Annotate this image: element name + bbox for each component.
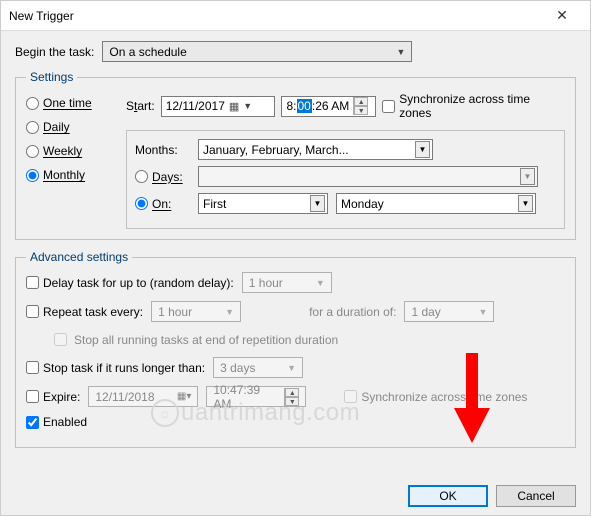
new-trigger-dialog: New Trigger ✕ Begin the task: On a sched… xyxy=(0,0,591,516)
duration-dropdown: 1 day ▼ xyxy=(404,301,494,322)
spin-up-icon: ▲ xyxy=(285,388,299,397)
sync-timezones-checkbox[interactable]: Synchronize across time zones xyxy=(382,92,565,120)
start-time-input[interactable]: 8:00:26 AM ▲ ▼ xyxy=(281,96,376,117)
calendar-icon: ▦ xyxy=(229,100,239,113)
radio-weekly[interactable]: Weekly xyxy=(26,144,116,158)
chevron-down-icon: ▼ xyxy=(316,278,325,288)
radio-days[interactable]: Days: xyxy=(135,170,190,184)
chevron-down-icon: ▼ xyxy=(518,195,533,212)
chevron-down-icon: ▼ xyxy=(415,141,430,158)
chevron-down-icon: ▼ xyxy=(310,195,325,212)
titlebar: New Trigger ✕ xyxy=(1,1,590,31)
start-label: Start: xyxy=(126,99,155,113)
advanced-legend: Advanced settings xyxy=(26,250,132,264)
spin-down-icon: ▼ xyxy=(285,397,299,406)
radio-daily[interactable]: Daily xyxy=(26,120,116,134)
expire-sync-checkbox: Synchronize across time zones xyxy=(344,390,527,404)
spin-down-icon[interactable]: ▼ xyxy=(354,106,368,115)
radio-monthly[interactable]: Monthly xyxy=(26,168,116,182)
on-ordinal-dropdown[interactable]: First ▼ xyxy=(198,193,328,214)
delay-dropdown: 1 hour ▼ xyxy=(242,272,332,293)
settings-legend: Settings xyxy=(26,70,77,84)
chevron-down-icon: ▼ xyxy=(225,307,234,317)
expire-time-input: 10:47:39 AM ▲ ▼ xyxy=(206,386,306,407)
stop-if-dropdown: 3 days ▼ xyxy=(213,357,303,378)
chevron-down-icon: ▼ xyxy=(287,363,296,373)
enabled-checkbox[interactable]: Enabled xyxy=(26,415,87,429)
days-dropdown[interactable]: ▼ xyxy=(198,166,538,187)
radio-on[interactable]: On: xyxy=(135,197,190,211)
months-dropdown[interactable]: January, February, March... ▼ xyxy=(198,139,433,160)
cancel-button[interactable]: Cancel xyxy=(496,485,576,507)
start-date-input[interactable]: 12/11/2017 ▦ ▼ xyxy=(161,96,276,117)
time-spinner[interactable]: ▲ ▼ xyxy=(353,97,368,115)
spin-up-icon[interactable]: ▲ xyxy=(354,97,368,106)
chevron-down-icon: ▼ xyxy=(243,101,252,111)
repeat-dropdown: 1 hour ▼ xyxy=(151,301,241,322)
settings-group: Settings One time Daily Weekly xyxy=(15,70,576,240)
chevron-down-icon: ▼ xyxy=(520,168,535,185)
stop-all-checkbox xyxy=(54,333,67,346)
close-button[interactable]: ✕ xyxy=(542,2,582,30)
duration-label: for a duration of: xyxy=(309,305,396,319)
delay-checkbox[interactable]: Delay task for up to (random delay): xyxy=(26,276,234,290)
calendar-icon: ▦▾ xyxy=(177,391,191,402)
time-spinner: ▲ ▼ xyxy=(284,388,299,406)
repeat-checkbox[interactable]: Repeat task every: xyxy=(26,305,143,319)
radio-one-time[interactable]: One time xyxy=(26,96,116,110)
chevron-down-icon: ▼ xyxy=(396,47,405,57)
months-label: Months: xyxy=(135,143,190,157)
expire-date-input: 12/11/2018 ▦▾ xyxy=(88,386,198,407)
chevron-down-icon: ▼ xyxy=(479,307,488,317)
stop-if-checkbox[interactable]: Stop task if it runs longer than: xyxy=(26,361,205,375)
begin-task-dropdown[interactable]: On a schedule ▼ xyxy=(102,41,412,62)
ok-button[interactable]: OK xyxy=(408,485,488,507)
window-title: New Trigger xyxy=(9,9,74,23)
begin-task-label: Begin the task: xyxy=(15,45,94,59)
advanced-settings-group: Advanced settings Delay task for up to (… xyxy=(15,250,576,448)
expire-checkbox[interactable]: Expire: xyxy=(26,390,80,404)
on-day-dropdown[interactable]: Monday ▼ xyxy=(336,193,536,214)
